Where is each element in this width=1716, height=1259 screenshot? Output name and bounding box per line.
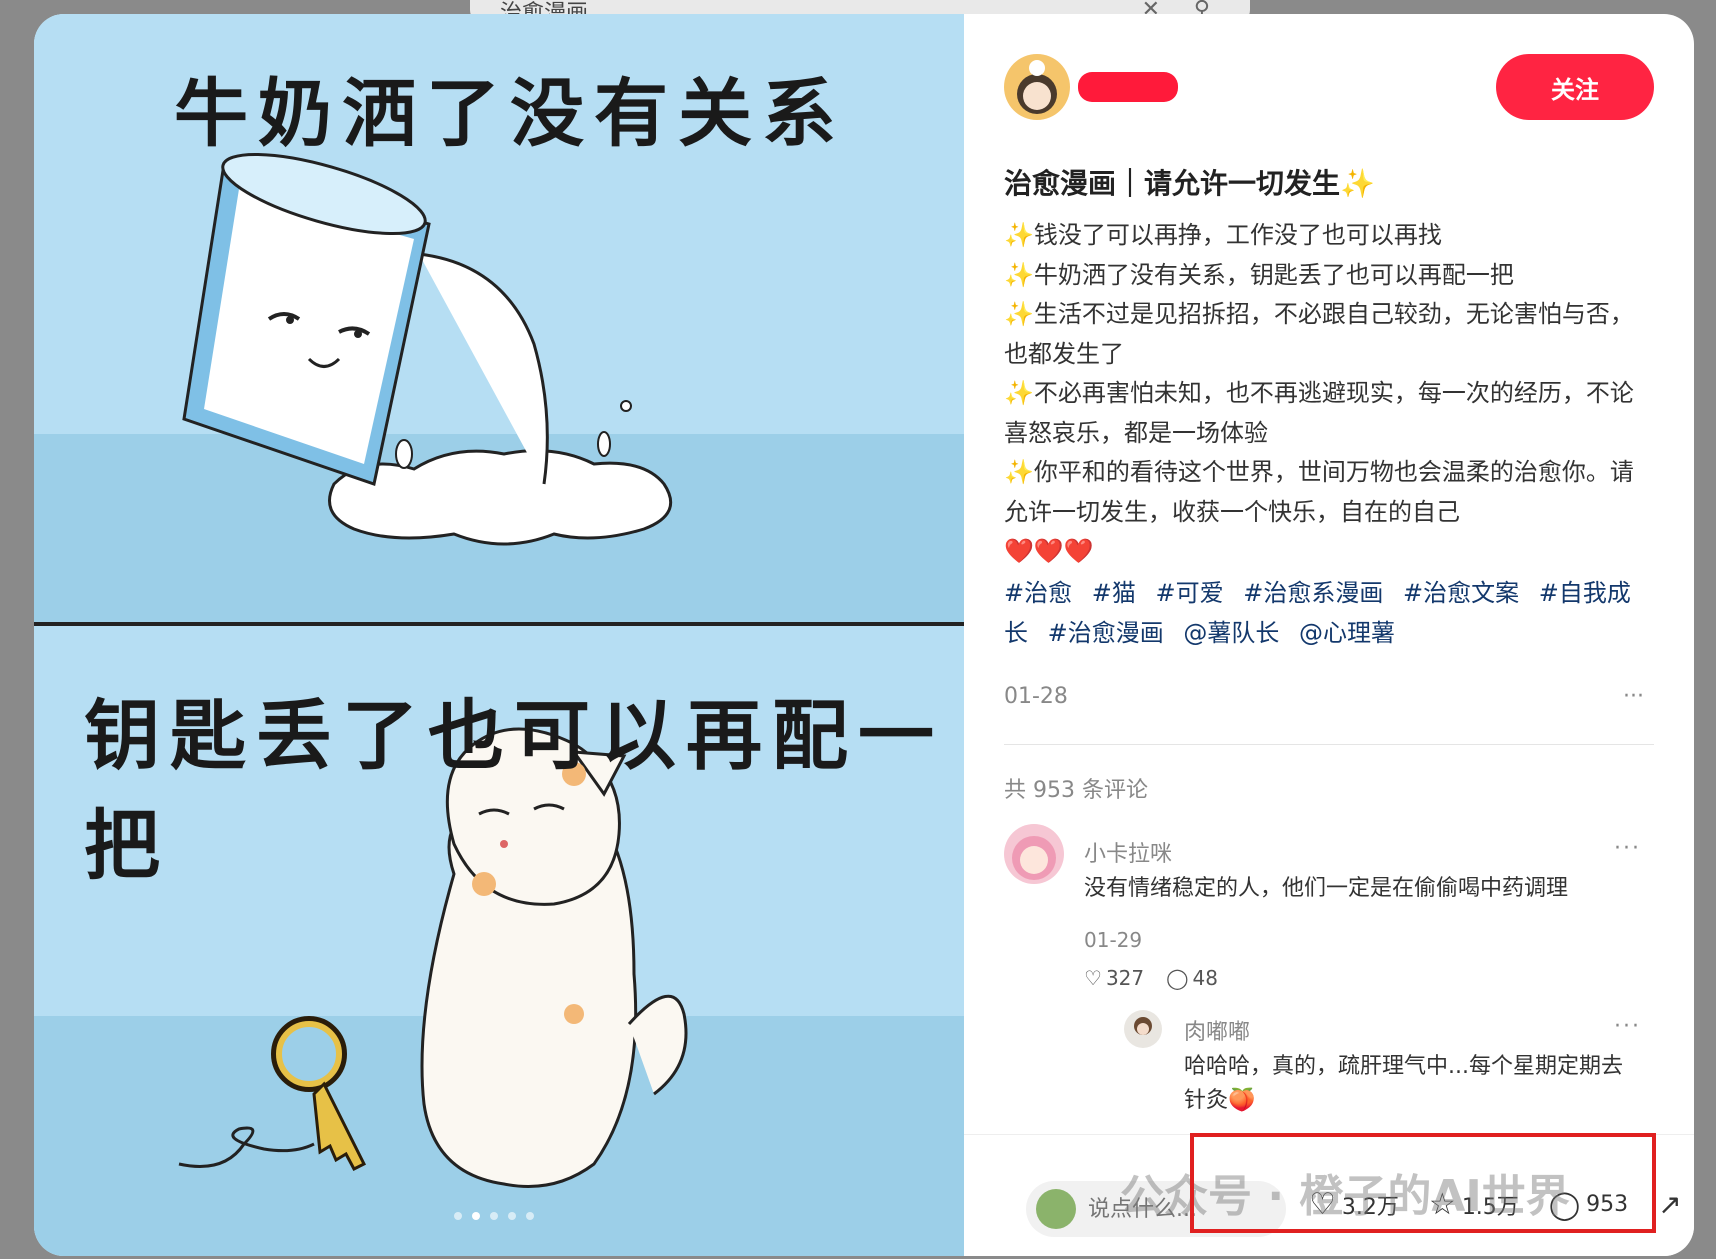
collect-count: 1.5万	[1461, 1194, 1519, 1220]
chat-bubble-icon: ◯	[1166, 966, 1189, 990]
comment-date: 01-29	[1084, 928, 1143, 952]
comment-stats: ♡ 327 ◯ 48	[1084, 966, 1218, 990]
share-button[interactable]: ↗	[1658, 1188, 1681, 1221]
note-detail-card: 牛奶洒了没有关系 钥匙丢了也可以再配一把 关注 治愈漫画｜请允许一切发生✨ ✨钱…	[34, 14, 1694, 1256]
comment-text: 没有情绪稳定的人，他们一定是在偷偷喝中药调理	[1084, 876, 1569, 901]
carousel-dot[interactable]	[526, 1212, 534, 1220]
note-detail-panel: 关注 治愈漫画｜请允许一切发生✨ ✨钱没了可以再挣，工作没了也可以再找 ✨牛奶洒…	[964, 14, 1694, 1256]
comment-like-button[interactable]: ♡ 327	[1084, 966, 1144, 990]
commenter-name[interactable]: 小卡拉咪	[1084, 836, 1172, 868]
comment-like-count: 327	[1105, 966, 1145, 990]
comment-reply-count: 48	[1192, 966, 1218, 990]
note-more-button[interactable]: ···	[1623, 684, 1644, 709]
divider	[1004, 744, 1654, 745]
note-line: ✨生活不过是见招拆招，不必跟自己较劲，无论害怕与否，也都发生了	[1004, 300, 1634, 368]
tag-link[interactable]: #可爱	[1156, 579, 1224, 607]
heart-icon: ♡	[1084, 966, 1102, 990]
follow-button[interactable]: 关注	[1496, 54, 1654, 120]
reply-more-button[interactable]: ···	[1614, 1014, 1641, 1039]
comment-reply-button[interactable]: ◯ 48	[1166, 966, 1218, 990]
note-description: ✨钱没了可以再挣，工作没了也可以再找 ✨牛奶洒了没有关系，钥匙丢了也可以再配一把…	[1004, 216, 1654, 572]
carousel-indicator	[454, 1212, 534, 1220]
comment-more-button[interactable]: ···	[1614, 836, 1641, 861]
my-avatar	[1036, 1189, 1076, 1229]
image-caption-bottom: 钥匙丢了也可以再配一把	[84, 691, 944, 890]
note-meta: 01-28 ···	[1004, 684, 1644, 709]
tag-link[interactable]: #治愈	[1004, 579, 1072, 607]
comment-total: 953	[1586, 1192, 1629, 1217]
redacted-author-name	[1078, 72, 1178, 102]
note-line-hearts: ❤️❤️❤️	[1004, 537, 1094, 565]
comment-button[interactable]: ◯ 953	[1549, 1188, 1628, 1221]
bottom-action-bar: ♡ 3.2万 ☆ 1.5万 ◯ 953 ↗	[964, 1134, 1694, 1256]
note-line: ✨不必再害怕未知，也不再逃避现实，每一次的经历，不论喜怒哀乐，都是一场体验	[1004, 379, 1634, 447]
tag-link[interactable]: #治愈漫画	[1048, 619, 1164, 647]
note-line: ✨钱没了可以再挣，工作没了也可以再找	[1004, 221, 1442, 249]
mention-link[interactable]: @薯队长	[1183, 619, 1279, 647]
note-date: 01-28	[1004, 684, 1068, 709]
mention-link[interactable]: @心理薯	[1299, 619, 1395, 647]
tag-link[interactable]: #治愈系漫画	[1243, 579, 1383, 607]
reply-avatar[interactable]	[1124, 1010, 1162, 1048]
tag-list: #治愈 #猫 #可爱 #治愈系漫画 #治愈文案 #自我成长 #治愈漫画 @薯队长…	[1004, 574, 1664, 653]
comment-count: 共 953 条评论	[1004, 778, 1148, 803]
tag-link[interactable]: #猫	[1092, 579, 1136, 607]
commenter-avatar[interactable]	[1004, 824, 1064, 884]
carousel-dot[interactable]	[454, 1212, 462, 1220]
comment-input[interactable]	[1086, 1195, 1240, 1223]
note-image-carousel[interactable]: 牛奶洒了没有关系 钥匙丢了也可以再配一把	[34, 14, 964, 1256]
image-caption-top: 牛奶洒了没有关系	[174, 71, 846, 157]
tag-link[interactable]: #治愈文案	[1403, 579, 1519, 607]
reply-author-name[interactable]: 肉嘟嘟	[1184, 1014, 1250, 1046]
note-line: ✨牛奶洒了没有关系，钥匙丢了也可以再配一把	[1004, 260, 1514, 289]
note-line: ✨你平和的看待这个世界，世间万物也会温柔的治愈你。请允许一切发生，收获一个快乐，…	[1004, 458, 1634, 526]
comic-illustration	[34, 14, 964, 1256]
chat-bubble-icon: ◯	[1548, 1188, 1581, 1221]
carousel-dot-active[interactable]	[472, 1212, 480, 1220]
carousel-dot[interactable]	[508, 1212, 516, 1220]
share-icon: ↗	[1658, 1188, 1682, 1221]
carousel-dot[interactable]	[490, 1212, 498, 1220]
reply-text: 哈哈哈，真的，疏肝理气中...每个星期定期去针灸🍑	[1184, 1054, 1623, 1113]
author-block[interactable]	[1004, 54, 1178, 120]
like-count: 3.2万	[1341, 1194, 1399, 1220]
engagement-actions: ♡ 3.2万 ☆ 1.5万 ◯ 953 ↗	[1309, 1187, 1682, 1222]
author-avatar[interactable]	[1004, 54, 1070, 120]
like-button[interactable]: ♡ 3.2万	[1309, 1187, 1399, 1222]
heart-icon: ♡	[1309, 1187, 1336, 1222]
note-title: 治愈漫画｜请允许一切发生✨	[1004, 167, 1375, 200]
collect-button[interactable]: ☆ 1.5万	[1429, 1187, 1519, 1222]
star-icon: ☆	[1428, 1187, 1456, 1222]
comment-input-pill[interactable]	[1026, 1181, 1286, 1237]
